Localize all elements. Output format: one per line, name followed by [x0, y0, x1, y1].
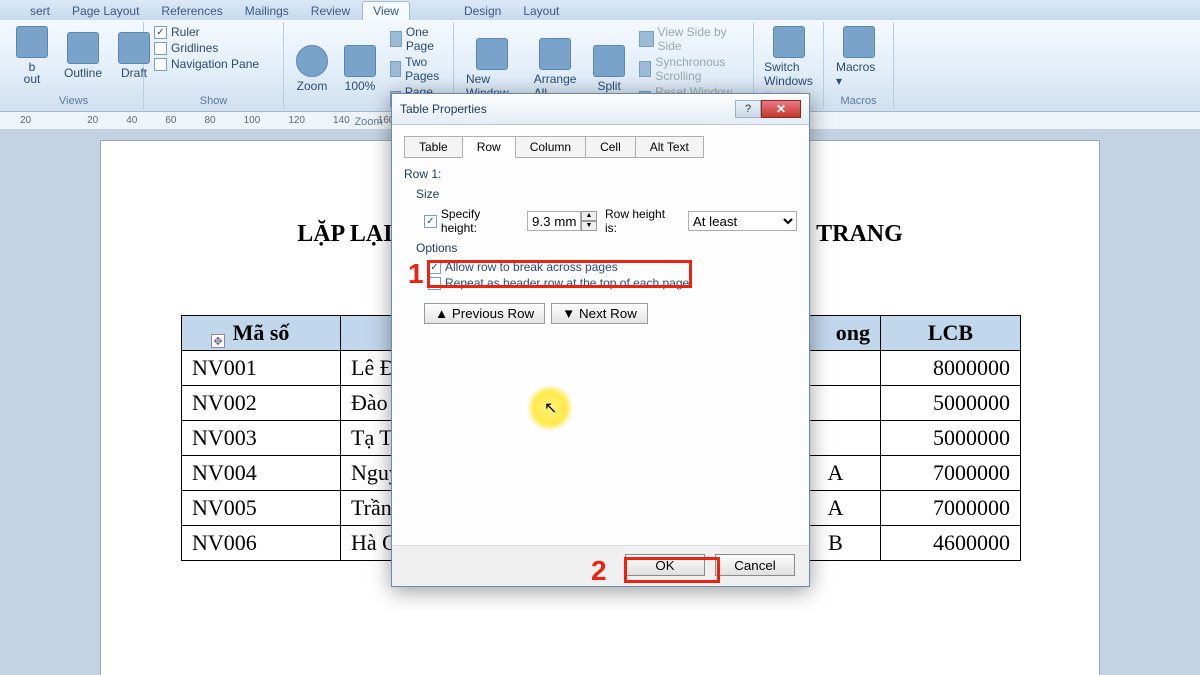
- options-label: Options: [416, 241, 797, 255]
- annotation-number-2: 2: [591, 555, 607, 587]
- allow-break-checkbox[interactable]: ✓Allow row to break across pages: [424, 259, 797, 275]
- switch-windows-button[interactable]: Switch Windows ▾: [760, 24, 817, 104]
- tab-layout[interactable]: Layout: [513, 2, 569, 20]
- th-id[interactable]: Mã số: [182, 316, 341, 351]
- tab-column[interactable]: Column: [515, 136, 586, 158]
- tab-insert[interactable]: sert: [20, 2, 60, 20]
- zoom-100-button[interactable]: 100%: [338, 43, 382, 95]
- specify-height-checkbox[interactable]: ✓Specify height:: [424, 207, 519, 235]
- spin-up-icon[interactable]: ▲: [581, 211, 597, 221]
- row-height-mode-select[interactable]: At least: [688, 211, 797, 231]
- annotation-number-1: 1: [408, 258, 424, 290]
- cursor-icon: ↖: [544, 398, 557, 418]
- gridlines-checkbox[interactable]: Gridlines: [150, 40, 277, 56]
- tab-cell[interactable]: Cell: [585, 136, 636, 158]
- tab-view[interactable]: View: [362, 1, 410, 20]
- table-properties-dialog: Table Properties ? ✕ Table Row Column Ce…: [391, 93, 810, 587]
- height-spinner[interactable]: ▲▼: [527, 211, 597, 231]
- tab-design[interactable]: Design: [454, 2, 511, 20]
- help-button[interactable]: ?: [735, 100, 761, 118]
- split-button[interactable]: Split: [587, 43, 631, 95]
- ruler-checkbox[interactable]: ✓Ruler: [150, 24, 277, 40]
- tab-page-layout[interactable]: Page Layout: [62, 2, 149, 20]
- outline-button[interactable]: Outline: [58, 30, 108, 82]
- row-height-is-label: Row height is:: [605, 207, 680, 235]
- table-move-handle-icon[interactable]: ✥: [211, 334, 225, 348]
- previous-row-button[interactable]: ▲ Previous Row: [424, 303, 545, 324]
- size-label: Size: [416, 187, 797, 201]
- macros-group-label: Macros: [830, 93, 887, 107]
- ok-button[interactable]: OK: [625, 554, 705, 576]
- zoom-button[interactable]: Zoom: [290, 43, 334, 95]
- tab-review[interactable]: Review: [301, 2, 360, 20]
- height-input[interactable]: [527, 211, 581, 231]
- show-group-label: Show: [150, 93, 277, 107]
- views-group-label: Views: [10, 93, 137, 107]
- readmode-button[interactable]: bout: [10, 24, 54, 88]
- two-pages-button[interactable]: Two Pages: [386, 54, 448, 84]
- sync-scroll-button[interactable]: Synchronous Scrolling: [635, 54, 747, 84]
- tab-row[interactable]: Row: [462, 136, 516, 158]
- side-by-side-button[interactable]: View Side by Side: [635, 24, 747, 54]
- tab-alttext[interactable]: Alt Text: [635, 136, 704, 158]
- tab-mailings[interactable]: Mailings: [235, 2, 299, 20]
- th-lcb[interactable]: LCB: [881, 316, 1021, 351]
- cancel-button[interactable]: Cancel: [715, 554, 795, 576]
- spin-down-icon[interactable]: ▼: [581, 221, 597, 231]
- navpane-checkbox[interactable]: Navigation Pane: [150, 56, 277, 72]
- dialog-titlebar[interactable]: Table Properties ? ✕: [392, 94, 809, 125]
- tab-references[interactable]: References: [151, 2, 232, 20]
- tab-table[interactable]: Table: [404, 136, 463, 158]
- close-icon[interactable]: ✕: [761, 100, 801, 118]
- ribbon-tab-strip: sert Page Layout References Mailings Rev…: [0, 0, 1200, 20]
- macros-button[interactable]: Macros ▾: [830, 24, 887, 90]
- next-row-button[interactable]: ▼ Next Row: [551, 303, 648, 324]
- dialog-title: Table Properties: [400, 102, 487, 116]
- one-page-button[interactable]: One Page: [386, 24, 448, 54]
- repeat-header-checkbox[interactable]: Repeat as header row at the top of each …: [424, 275, 797, 291]
- row-indicator: Row 1:: [404, 167, 797, 181]
